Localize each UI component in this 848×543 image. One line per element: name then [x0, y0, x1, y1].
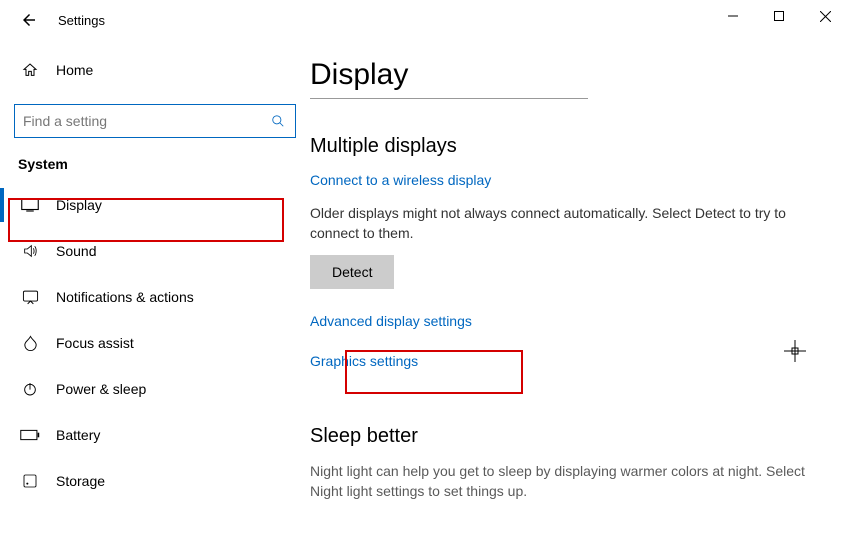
- display-icon: [18, 198, 42, 212]
- section-multiple-displays: Multiple displays: [310, 135, 808, 158]
- nav-label: Power & sleep: [56, 381, 146, 397]
- home-label: Home: [56, 62, 93, 78]
- nav-battery[interactable]: Battery: [14, 412, 296, 458]
- window-controls: [710, 0, 848, 32]
- nav-label: Sound: [56, 243, 96, 259]
- search-input[interactable]: [23, 113, 269, 129]
- main-content: Display Multiple displays Connect to a w…: [310, 40, 848, 543]
- search-icon: [269, 114, 287, 128]
- titlebar: Settings: [0, 0, 848, 40]
- home-nav[interactable]: Home: [14, 50, 296, 90]
- minimize-button[interactable]: [710, 0, 756, 32]
- detect-button[interactable]: Detect: [310, 255, 394, 289]
- section-sleep-better: Sleep better: [310, 425, 808, 448]
- wireless-display-link[interactable]: Connect to a wireless display: [310, 172, 491, 188]
- nav-storage[interactable]: Storage: [14, 458, 296, 504]
- notifications-icon: [18, 289, 42, 306]
- page-title: Display: [310, 58, 588, 99]
- nav-label: Focus assist: [56, 335, 134, 351]
- sound-icon: [18, 243, 42, 259]
- nav-label: Display: [56, 197, 102, 213]
- nav-notifications[interactable]: Notifications & actions: [14, 274, 296, 320]
- app-title: Settings: [58, 13, 105, 28]
- close-button[interactable]: [802, 0, 848, 32]
- search-box[interactable]: [14, 104, 296, 138]
- home-icon: [18, 62, 42, 78]
- graphics-settings-link[interactable]: Graphics settings: [310, 353, 418, 369]
- nav-focus-assist[interactable]: Focus assist: [14, 320, 296, 366]
- nav-display[interactable]: Display: [14, 182, 296, 228]
- battery-icon: [18, 429, 42, 441]
- storage-icon: [18, 473, 42, 489]
- nav-power-sleep[interactable]: Power & sleep: [14, 366, 296, 412]
- maximize-button[interactable]: [756, 0, 802, 32]
- advanced-display-link[interactable]: Advanced display settings: [310, 313, 472, 329]
- category-label: System: [14, 156, 296, 172]
- power-icon: [18, 381, 42, 397]
- nav-label: Notifications & actions: [56, 289, 194, 305]
- sidebar: Home System Display Sound Notifica: [0, 40, 310, 543]
- sleep-description: Night light can help you get to sleep by…: [310, 462, 808, 501]
- back-button[interactable]: [18, 9, 40, 31]
- nav-label: Battery: [56, 427, 100, 443]
- focus-icon: [18, 335, 42, 352]
- nav-sound[interactable]: Sound: [14, 228, 296, 274]
- detect-description: Older displays might not always connect …: [310, 204, 808, 243]
- nav-label: Storage: [56, 473, 105, 489]
